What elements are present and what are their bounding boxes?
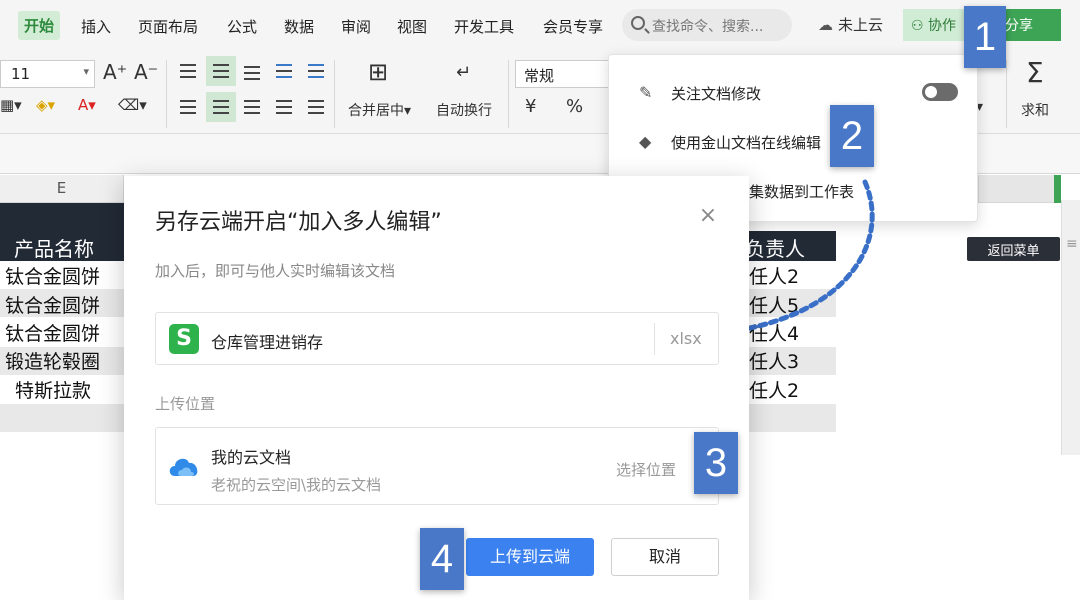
align-center-highlight[interactable] [206, 92, 236, 122]
merge-center-button[interactable]: 合并居中▾ [348, 100, 411, 120]
cloud-icon [169, 458, 198, 476]
ribbon-separator [166, 60, 167, 128]
dialog-title: 另存云端开启“加入多人编辑” [155, 210, 442, 235]
upload-to-cloud-button[interactable]: 上传到云端 [466, 538, 594, 576]
extension-divider [654, 323, 655, 355]
sum-icon[interactable]: Σ [1026, 56, 1044, 89]
clear-format-icon[interactable]: ⌫▾ [118, 96, 147, 114]
edit-icon: ✎ [639, 83, 653, 102]
location-path: 老祝的云空间\我的云文档 [211, 476, 382, 494]
search-placeholder: 查找命令、搜索... [652, 19, 764, 35]
font-color-icon[interactable]: A▾ [78, 96, 96, 114]
ribbon-separator [334, 60, 335, 128]
location-name: 我的云文档 [211, 448, 292, 467]
cell-product[interactable]: 锻造轮毂圈 [5, 347, 100, 374]
cell-product[interactable]: 钛合金圆饼 [5, 262, 100, 289]
sum-button[interactable]: 求和 [1021, 100, 1049, 120]
close-icon[interactable]: × [696, 204, 720, 228]
back-to-menu-button[interactable]: 返回菜单 [967, 237, 1060, 261]
ribbon-separator [1006, 60, 1007, 128]
menu-tab-member[interactable]: 会员专享 [543, 16, 603, 37]
add-user-icon: ⚇ [911, 18, 924, 34]
active-column-marker [1054, 175, 1061, 203]
choose-location-link[interactable]: 选择位置 [616, 459, 676, 480]
distribute-icon[interactable] [308, 100, 324, 114]
vertical-scrollbar[interactable] [1061, 200, 1080, 455]
cloud-status-label: 未上云 [838, 16, 884, 34]
watch-changes-label: 关注文档修改 [671, 85, 762, 103]
cloud-off-icon: ☁ [818, 16, 833, 34]
file-name-field[interactable]: S 仓库管理进销存 xlsx [155, 312, 719, 365]
menu-tab-formulas[interactable]: 公式 [227, 16, 257, 37]
currency-button[interactable]: ¥ [525, 96, 536, 117]
font-size-select[interactable]: 11 [0, 60, 95, 88]
ribbon-separator [508, 60, 509, 128]
cloud-status[interactable]: ☁ 未上云 [818, 14, 883, 35]
align-middle-highlight[interactable] [206, 56, 236, 86]
shrink-font-icon[interactable]: A⁻ [134, 60, 158, 84]
step-badge-2: 2 [830, 105, 874, 167]
open-in-kdocs-label: 使用金山文档在线编辑 [671, 134, 822, 152]
align-center-icon [213, 100, 229, 114]
wrap-text-icon[interactable]: ↵ [456, 62, 471, 83]
wrap-text-button[interactable]: 自动换行 [436, 100, 492, 120]
merge-cells-icon[interactable]: ⊞ [368, 58, 388, 86]
menu-tab-insert[interactable]: 插入 [81, 16, 111, 37]
menu-tab-page-layout[interactable]: 页面布局 [138, 16, 198, 37]
menu-tab-data[interactable]: 数据 [284, 16, 314, 37]
align-left-icon[interactable] [180, 100, 196, 114]
justify-icon[interactable] [276, 100, 292, 114]
cancel-button[interactable]: 取消 [611, 538, 719, 576]
share-label: 分享 [1005, 18, 1033, 34]
cell-product[interactable]: 钛合金圆饼 [5, 291, 100, 318]
step-badge-4: 4 [420, 528, 464, 590]
grow-font-icon[interactable]: A⁺ [103, 60, 127, 84]
cell-product[interactable]: 钛合金圆饼 [5, 319, 100, 346]
align-top-icon[interactable] [180, 64, 196, 78]
cell-owner[interactable]: 任人2 [749, 376, 799, 403]
indent-increase-icon[interactable] [308, 64, 324, 78]
number-format-select[interactable]: 常规 [515, 60, 610, 88]
search-icon [631, 16, 645, 30]
row-stripe [749, 404, 836, 432]
collaborate-label: 协作 [928, 18, 957, 34]
file-extension: xlsx [670, 329, 702, 348]
file-name: 仓库管理进销存 [211, 333, 324, 352]
upload-location-label: 上传位置 [155, 395, 216, 413]
dialog-subtitle: 加入后，即可与他人实时编辑该文档 [155, 262, 396, 280]
menu-tab-review[interactable]: 审阅 [341, 16, 371, 37]
upload-location-field[interactable]: 我的云文档 老祝的云空间\我的云文档 选择位置 [155, 427, 719, 505]
merge-center-label: 合并居中 [348, 103, 404, 119]
indent-decrease-icon[interactable] [276, 64, 292, 78]
command-search[interactable]: 查找命令、搜索... [622, 9, 792, 41]
watch-changes-toggle[interactable] [922, 83, 958, 101]
align-bottom-icon[interactable] [244, 66, 260, 80]
percent-button[interactable]: % [566, 96, 583, 117]
step-badge-1: 1 [964, 6, 1006, 68]
fill-color-icon[interactable]: ◈▾ [36, 96, 55, 114]
menu-tab-view[interactable]: 视图 [397, 16, 427, 37]
column-header-e[interactable]: E [0, 175, 124, 203]
column-header[interactable] [979, 175, 1061, 203]
row-stripe [0, 404, 124, 432]
cube-icon: ◆ [639, 132, 652, 151]
menu-tab-home[interactable]: 开始 [18, 11, 61, 40]
cell-product[interactable]: 特斯拉款 [15, 376, 91, 403]
align-right-icon[interactable] [244, 100, 260, 114]
menu-bar: 开始 插入 页面布局 公式 数据 审阅 视图 开发工具 会员专享 查找命令、搜索… [0, 0, 1080, 52]
align-middle-icon [213, 64, 229, 78]
border-icon[interactable]: ▦▾ [0, 96, 22, 114]
step-badge-3: 3 [694, 432, 738, 494]
header-product-name: 产品名称 [14, 237, 94, 261]
spreadsheet-file-icon: S [169, 324, 199, 354]
menu-tab-developer[interactable]: 开发工具 [454, 16, 514, 37]
